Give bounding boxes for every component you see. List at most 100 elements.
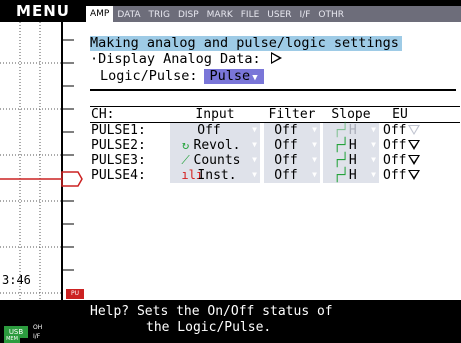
input-select[interactable]: ılıInst. ▼ xyxy=(170,168,260,183)
filter-select[interactable]: Off ▼ xyxy=(264,138,320,153)
chevron-down-icon: ▼ xyxy=(371,125,376,134)
mode-row: Logic/Pulse: Pulse ▼ xyxy=(100,69,264,84)
slope-value: ┌┘H xyxy=(323,153,367,168)
eu-toggle[interactable]: Off xyxy=(383,168,420,183)
slope-value: ┌┘H xyxy=(323,168,367,183)
table-row: PULSE1: Off ▼ Off ▼ ┌┘H ▼ Off xyxy=(90,123,460,138)
rising-edge-icon: ┌┘ xyxy=(333,138,349,153)
input-text: Revol. xyxy=(193,138,241,153)
slope-text: H xyxy=(348,153,357,168)
help-bar: Help? Sets the On/Off status of the Logi… xyxy=(86,300,461,343)
help-text-line1: Help? Sets the On/Off status of xyxy=(90,304,333,319)
waveform-preview xyxy=(0,22,86,300)
table-row: PULSE2: ↻ Revol. ▼ Off ▼ ┌┘H ▼ Off xyxy=(90,138,460,153)
slope-value: ┌┘H xyxy=(323,138,367,153)
chevron-down-icon: ▼ xyxy=(252,140,257,149)
chevron-down-icon: ▼ xyxy=(252,125,257,134)
rising-edge-icon: ┌┘ xyxy=(333,168,349,183)
channel-label: PULSE4: xyxy=(91,168,146,183)
slope-text: H xyxy=(348,168,357,183)
page-title: Making analog and pulse/logic settings xyxy=(90,36,402,51)
revolution-icon: ↻ xyxy=(181,138,190,152)
instant-icon: ılı xyxy=(181,168,204,182)
display-analog-toggle-icon[interactable] xyxy=(270,52,282,64)
tab-file[interactable]: FILE xyxy=(237,8,264,22)
divider xyxy=(90,89,456,91)
chevron-down-icon: ▼ xyxy=(371,155,376,164)
slope-select[interactable]: ┌┘H ▼ xyxy=(323,153,379,168)
filter-select[interactable]: Off ▼ xyxy=(264,123,320,138)
chevron-down-icon: ▼ xyxy=(371,140,376,149)
slope-text: H xyxy=(348,123,357,138)
channel-label: PULSE2: xyxy=(91,138,146,153)
eu-value: Off xyxy=(383,123,407,138)
tab-data[interactable]: DATA xyxy=(113,8,144,22)
tab-othr[interactable]: OTHR xyxy=(314,8,348,22)
slope-text: H xyxy=(348,138,357,153)
filter-select[interactable]: Off ▼ xyxy=(264,153,320,168)
eu-toggle[interactable]: Off xyxy=(383,138,420,153)
tab-disp[interactable]: DISP xyxy=(174,8,203,22)
chevron-down-icon: ▼ xyxy=(312,155,317,164)
if-indicator: I/F xyxy=(33,333,41,340)
table-row: PULSE4: ılıInst. ▼ Off ▼ ┌┘H ▼ Off xyxy=(90,168,460,183)
chevron-down-icon: ▼ xyxy=(252,73,258,83)
channel-label: PULSE1: xyxy=(91,123,146,138)
eu-value: Off xyxy=(383,168,407,183)
filter-value: Off xyxy=(274,138,298,153)
col-ch: CH: xyxy=(91,107,115,122)
tab-amp[interactable]: AMP xyxy=(86,6,114,22)
mem-badge: MEM xyxy=(4,336,20,343)
screen: MENU 3:46 PU USB MEM OH I/F AMP DATA TRI… xyxy=(0,0,461,343)
input-select[interactable]: ⟋ Counts ▼ xyxy=(170,153,260,168)
eu-dropdown-icon[interactable] xyxy=(408,140,420,150)
eu-toggle[interactable]: Off xyxy=(383,153,420,168)
input-text: Counts xyxy=(193,153,241,168)
chevron-down-icon: ▼ xyxy=(312,125,317,134)
input-value: ılıInst. xyxy=(170,168,248,183)
chevron-down-icon: ▼ xyxy=(252,155,257,164)
col-filter: Filter xyxy=(268,107,316,122)
menu-button[interactable]: MENU xyxy=(0,0,86,22)
eu-dropdown-icon[interactable] xyxy=(408,155,420,165)
filter-value: Off xyxy=(274,123,298,138)
tab-mark[interactable]: MARK xyxy=(203,8,237,22)
slope-select[interactable]: ┌┘H ▼ xyxy=(323,138,379,153)
tab-user[interactable]: USER xyxy=(263,8,295,22)
slope-select[interactable]: ┌┘H ▼ xyxy=(323,168,379,183)
input-value: ⟋ Counts xyxy=(170,153,248,168)
mode-label: Logic/Pulse: xyxy=(100,68,198,84)
eu-toggle[interactable]: Off xyxy=(383,123,420,138)
table-row: PULSE3: ⟋ Counts ▼ Off ▼ ┌┘H ▼ Off xyxy=(90,153,460,168)
mode-select[interactable]: Pulse ▼ xyxy=(203,69,264,84)
time-readout: 3:46 xyxy=(2,273,31,287)
tab-if[interactable]: I/F xyxy=(296,8,315,22)
input-select[interactable]: Off ▼ xyxy=(170,123,260,138)
pulse-table: CH: Input Filter Slope EU PULSE1: Off ▼ O… xyxy=(90,106,460,183)
eu-dropdown-icon[interactable] xyxy=(408,170,420,180)
table-header: CH: Input Filter Slope EU xyxy=(90,106,460,123)
eu-dropdown-icon[interactable] xyxy=(408,125,420,135)
eu-value: Off xyxy=(383,138,407,153)
filter-value: Off xyxy=(274,168,298,183)
oh-indicator: OH xyxy=(33,324,43,331)
display-analog-label: ·Display Analog Data: xyxy=(90,51,261,67)
input-select[interactable]: ↻ Revol. ▼ xyxy=(170,138,260,153)
input-text: Inst. xyxy=(197,168,237,183)
filter-select[interactable]: Off ▼ xyxy=(264,168,320,183)
col-slope: Slope xyxy=(331,107,371,122)
rising-edge-icon: ┌┘ xyxy=(333,123,349,138)
input-value: Off xyxy=(197,123,221,138)
tab-bar: AMP DATA TRIG DISP MARK FILE USER I/F OT… xyxy=(86,6,461,22)
slope-select[interactable]: ┌┘H ▼ xyxy=(323,123,379,138)
tab-trig[interactable]: TRIG xyxy=(145,8,174,22)
channel-badge: PU xyxy=(66,289,84,299)
channel-label: PULSE3: xyxy=(91,153,146,168)
waveform-grid xyxy=(0,22,83,300)
settings-panel: Making analog and pulse/logic settings ·… xyxy=(86,22,461,300)
eu-value: Off xyxy=(383,153,407,168)
col-input: Input xyxy=(195,107,235,122)
rising-edge-icon: ┌┘ xyxy=(333,153,349,168)
filter-value: Off xyxy=(274,153,298,168)
trace-marker-icon xyxy=(61,171,83,187)
